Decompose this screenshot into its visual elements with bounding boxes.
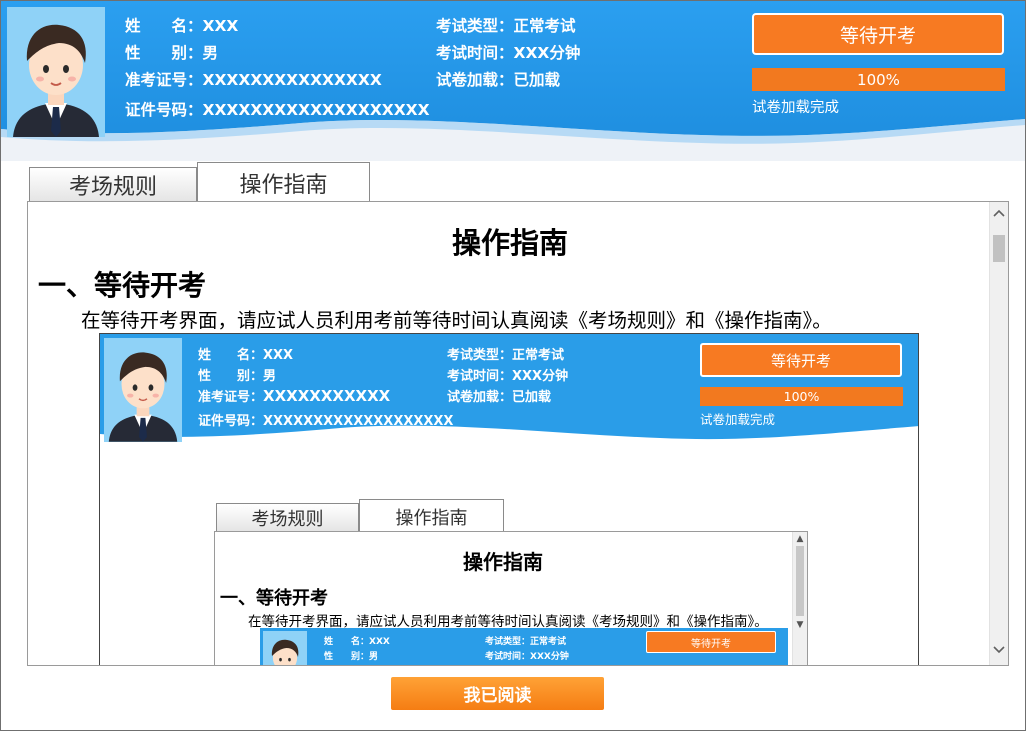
embedded-scrollbar: ▲ ▼ bbox=[792, 532, 807, 665]
embedded-doc-title: 操作指南 bbox=[463, 550, 543, 574]
admission-value: XXXXXXXXXXXXXXX bbox=[202, 71, 382, 89]
scroll-down-chevron-icon[interactable] bbox=[990, 641, 1008, 659]
embedded-progress-status: 试卷加载完成 bbox=[700, 412, 776, 427]
embedded-gender-value: 男 bbox=[263, 369, 277, 384]
section-heading: 一、等待开考 bbox=[38, 269, 207, 302]
admission-label: 准考证号： bbox=[125, 71, 203, 89]
candidate-gender: 性 别：男 bbox=[125, 41, 218, 63]
name-label: 姓 名： bbox=[125, 17, 203, 35]
content-scrollbar[interactable] bbox=[989, 202, 1008, 665]
embedded-candidate-photo bbox=[104, 338, 182, 442]
exam-type-label: 考试类型： bbox=[436, 17, 514, 35]
scrollbar-thumb[interactable] bbox=[993, 235, 1005, 262]
paper-load: 试卷加载：已加载 bbox=[436, 68, 560, 90]
nested-gender: 性 别：男 bbox=[324, 652, 379, 662]
embedded-exam-type: 考试类型：正常考试 bbox=[447, 344, 564, 363]
exam-type: 考试类型：正常考试 bbox=[436, 14, 576, 36]
embedded-paper-load-value: 已加载 bbox=[512, 390, 552, 405]
tab-exam-rules[interactable]: 考场规则 bbox=[29, 167, 197, 202]
person-avatar-icon bbox=[7, 7, 105, 137]
embedded-progress-bar: 100% bbox=[700, 387, 903, 406]
embedded-name: 姓 名：XXX bbox=[198, 344, 293, 363]
embedded-admission-value: XXXXXXXXXXX bbox=[263, 387, 391, 405]
person-avatar-icon bbox=[104, 338, 182, 442]
candidate-name: 姓 名：XXX bbox=[125, 14, 238, 36]
embedded-content-panel: 操作指南 一、等待开考 在等待开考界面，请应试人员利用考前等待时间认真阅读《考场… bbox=[214, 531, 808, 665]
embedded-exam-time-label: 考试时间： bbox=[447, 369, 513, 384]
exam-time-label: 考试时间： bbox=[436, 44, 514, 62]
gender-value: 男 bbox=[202, 44, 219, 62]
content-panel: 操作指南 一、等待开考 在等待开考界面，请应试人员利用考前等待时间认真阅读《考场… bbox=[27, 201, 1009, 666]
embedded-exam-type-value: 正常考试 bbox=[512, 348, 565, 363]
embedded-name-value: XXX bbox=[263, 348, 294, 363]
paper-load-value: 已加载 bbox=[513, 71, 561, 89]
exam-type-value: 正常考试 bbox=[513, 17, 576, 35]
nested-name: 姓 名：XXX bbox=[324, 637, 390, 647]
nested-exam-time: 考试时间：XXX分钟 bbox=[485, 652, 569, 662]
embedded-wait-start-button: 等待开考 bbox=[700, 343, 902, 377]
embedded-progress-label: 100% bbox=[783, 389, 820, 404]
progress-label: 100% bbox=[857, 70, 900, 89]
candidate-photo bbox=[7, 7, 105, 137]
embedded-exam-type-label: 考试类型： bbox=[447, 348, 513, 363]
wait-start-button[interactable]: 等待开考 bbox=[752, 13, 1004, 55]
doc-title: 操作指南 bbox=[451, 226, 568, 260]
embedded-id: 证件号码：XXXXXXXXXXXXXXXXXXX bbox=[198, 410, 453, 429]
id-label: 证件号码： bbox=[125, 101, 203, 119]
embedded-id-label: 证件号码： bbox=[198, 414, 264, 429]
chevron-down-icon bbox=[993, 646, 1005, 654]
embedded-name-label: 姓 名： bbox=[198, 348, 264, 363]
exam-time: 考试时间：XXX分钟 bbox=[436, 41, 580, 63]
candidate-id: 证件号码：XXXXXXXXXXXXXXXXXXX bbox=[125, 98, 430, 120]
progress-status: 试卷加载完成 bbox=[752, 100, 839, 116]
embedded-section-heading: 一、等待开考 bbox=[220, 588, 328, 609]
nested-avatar bbox=[263, 631, 307, 665]
embedded-paper-load: 试卷加载：已加载 bbox=[447, 386, 551, 405]
load-progress-bar: 100% bbox=[752, 68, 1005, 91]
embedded-paper-load-label: 试卷加载： bbox=[447, 390, 513, 405]
embedded-admission-label: 准考证号： bbox=[198, 390, 264, 405]
candidate-header: 姓 名：XXX 性 别：男 准考证号：XXXXXXXXXXXXXXX 证件号码：… bbox=[1, 1, 1025, 161]
gender-label: 性 别： bbox=[125, 44, 203, 62]
paper-load-label: 试卷加载： bbox=[436, 71, 514, 89]
embedded-tab-operation-guide: 操作指南 bbox=[359, 499, 504, 533]
tab-operation-guide[interactable]: 操作指南 bbox=[197, 162, 370, 203]
section-paragraph: 在等待开考界面，请应试人员利用考前等待时间认真阅读《考场规则》和《操作指南》。 bbox=[81, 309, 832, 332]
embedded-id-value: XXXXXXXXXXXXXXXXXXX bbox=[263, 414, 454, 429]
exam-window: 姓 名：XXX 性 别：男 准考证号：XXXXXXXXXXXXXXX 证件号码：… bbox=[0, 0, 1026, 731]
embedded-screenshot: 姓 名：XXX 性 别：男 准考证号：XXXXXXXXXXX 证件号码：XXXX… bbox=[99, 333, 919, 665]
chevron-up-icon: ▲ bbox=[796, 534, 804, 544]
embedded-gender: 性 别：男 bbox=[198, 365, 276, 384]
embedded-scrollbar-thumb bbox=[796, 546, 804, 616]
embedded-exam-time: 考试时间：XXX分钟 bbox=[447, 365, 568, 384]
nested-exam-type: 考试类型：正常考试 bbox=[485, 637, 567, 647]
embedded-gender-label: 性 别： bbox=[198, 369, 264, 384]
chevron-down-icon: ▼ bbox=[796, 620, 804, 630]
embedded-tab-exam-rules: 考场规则 bbox=[216, 503, 359, 532]
exam-time-value: XXX分钟 bbox=[513, 44, 581, 62]
embedded-exam-time-value: XXX分钟 bbox=[512, 369, 569, 384]
candidate-admission: 准考证号：XXXXXXXXXXXXXXX bbox=[125, 68, 382, 90]
scroll-up-chevron-icon[interactable] bbox=[990, 204, 1008, 222]
nested-header-preview: 姓 名：XXX 性 别：男 考试类型：正常考试 考试时间：XXX分钟 等待开考 bbox=[260, 628, 788, 665]
embedded-section-paragraph: 在等待开考界面，请应试人员利用考前等待时间认真阅读《考场规则》和《操作指南》。 bbox=[248, 614, 768, 630]
embedded-admission: 准考证号：XXXXXXXXXXX bbox=[198, 386, 390, 405]
nested-wait-start-button: 等待开考 bbox=[646, 631, 776, 653]
name-value: XXX bbox=[202, 17, 239, 35]
person-avatar-icon bbox=[263, 631, 307, 665]
id-value: XXXXXXXXXXXXXXXXXXX bbox=[202, 101, 430, 119]
have-read-button[interactable]: 我已阅读 bbox=[391, 677, 604, 710]
chevron-up-icon bbox=[993, 209, 1005, 217]
